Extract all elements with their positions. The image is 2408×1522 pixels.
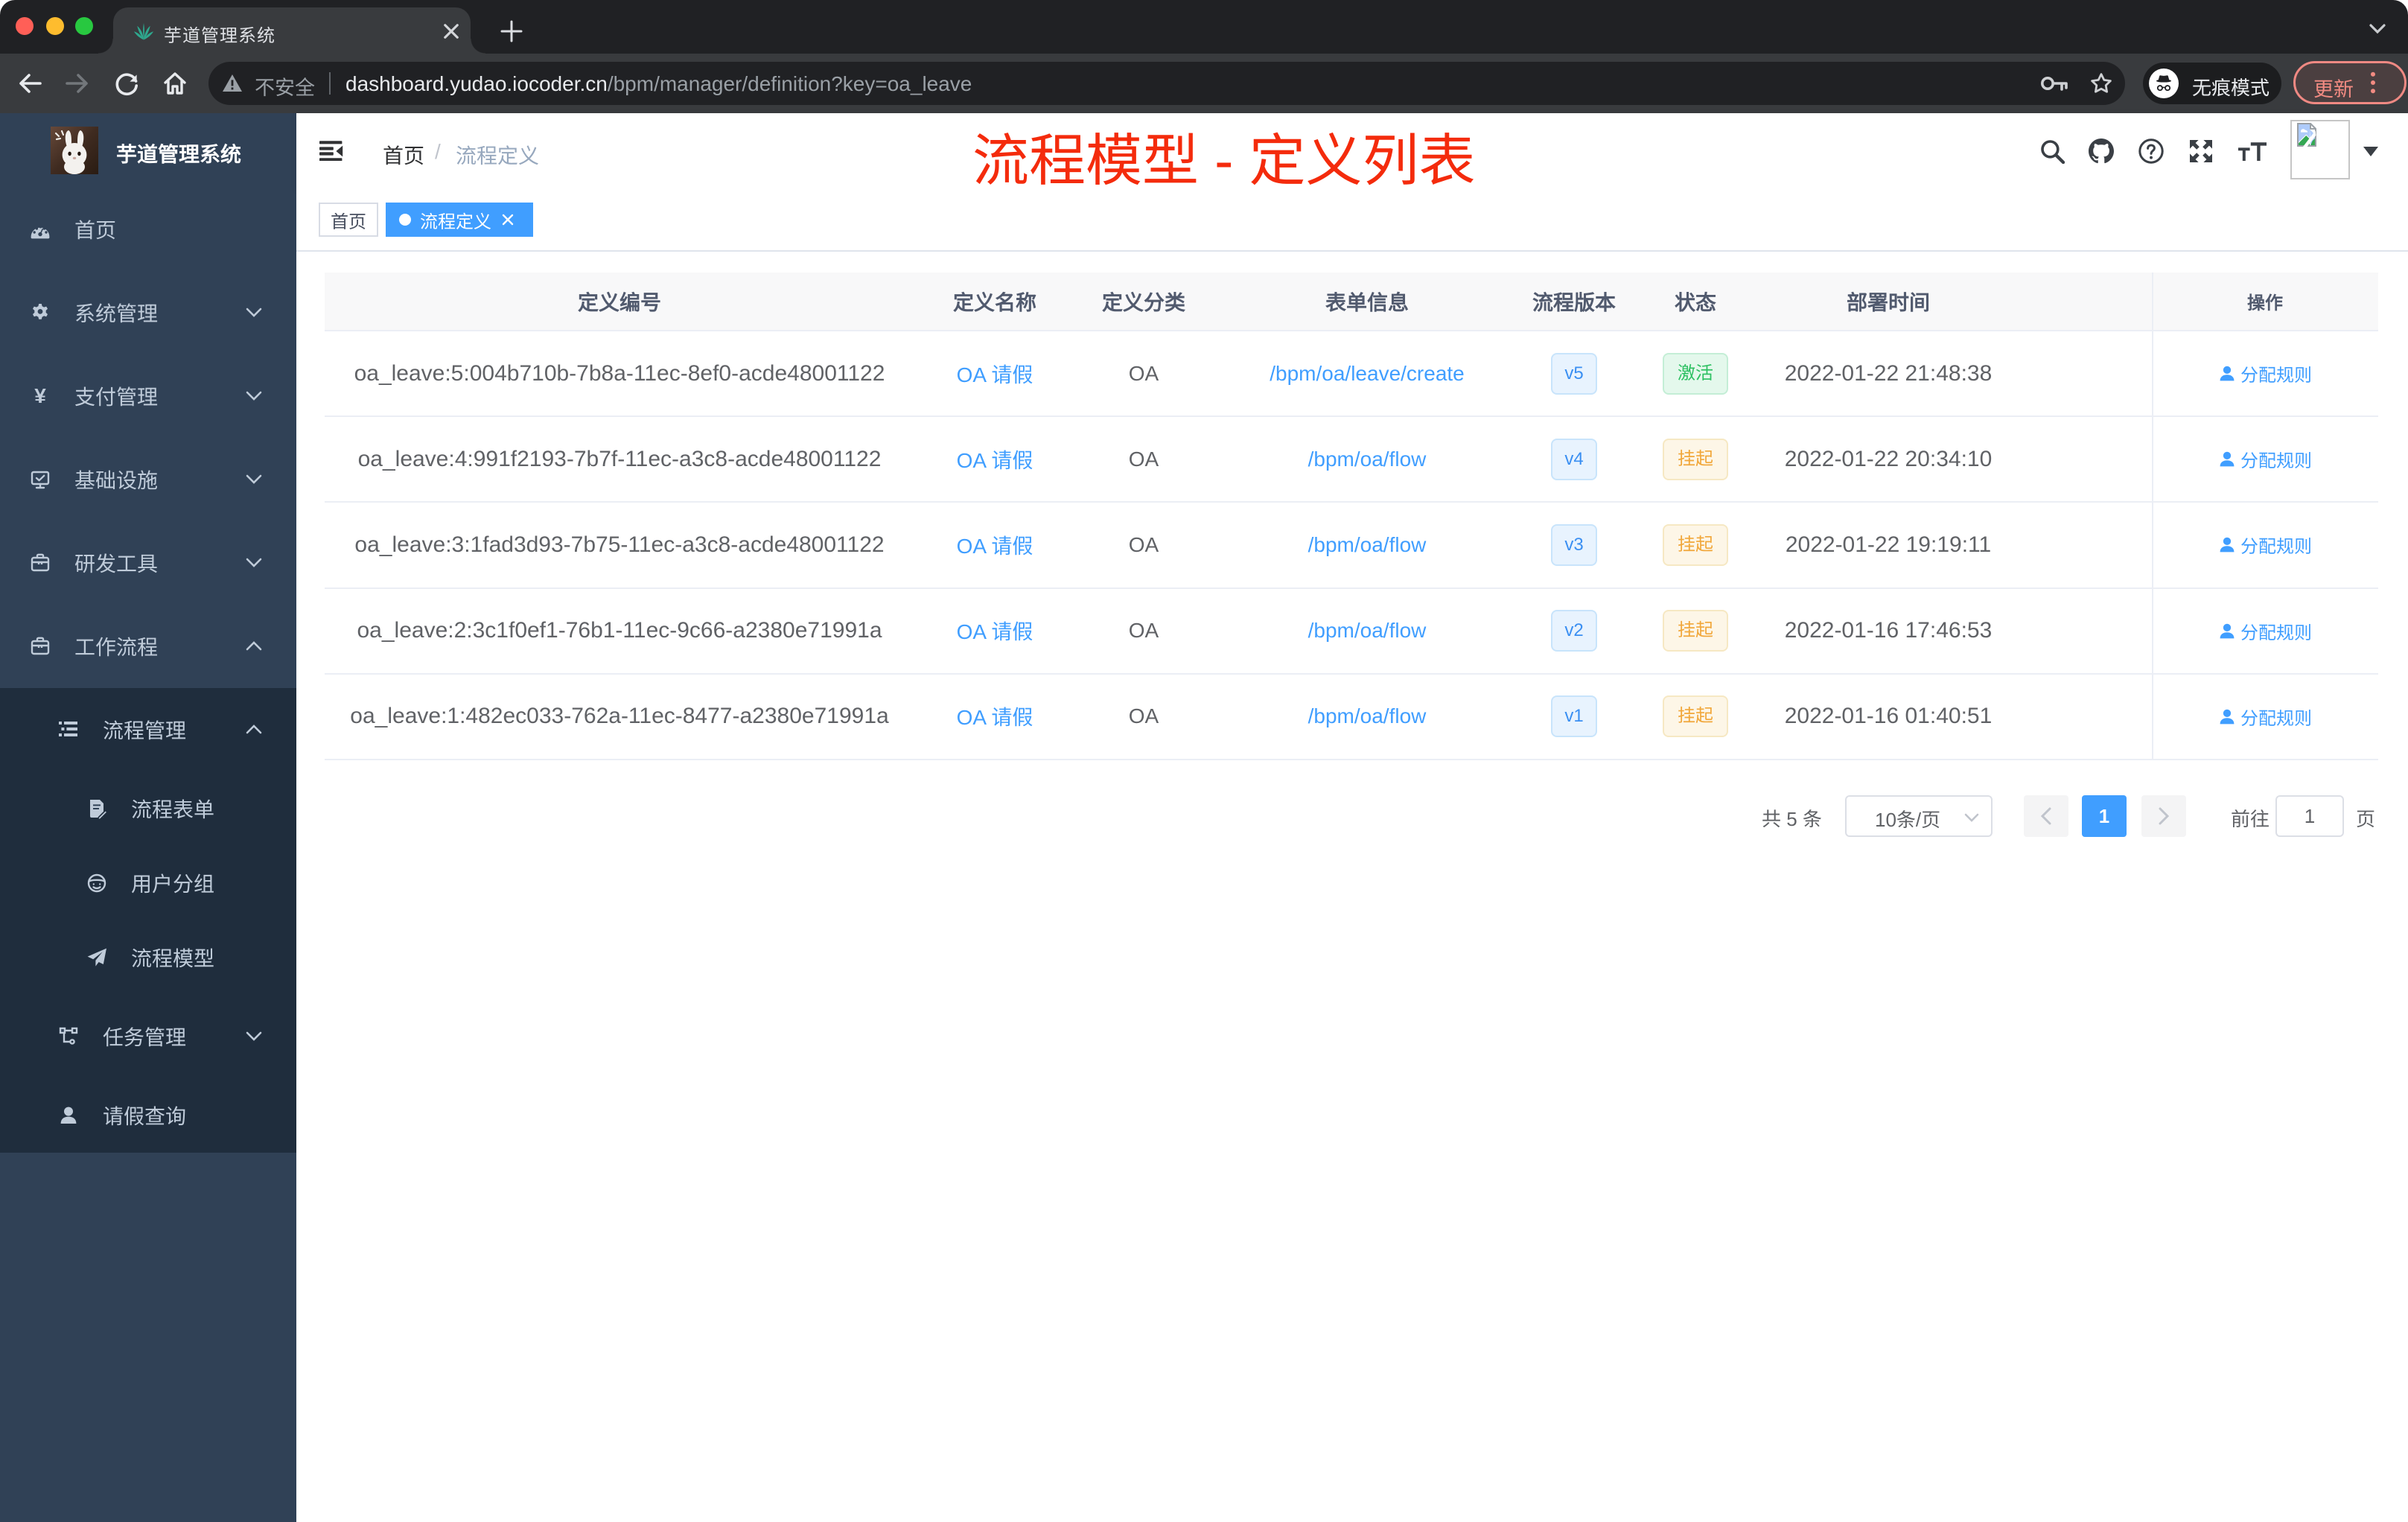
svg-text:¥: ¥ xyxy=(34,386,46,407)
